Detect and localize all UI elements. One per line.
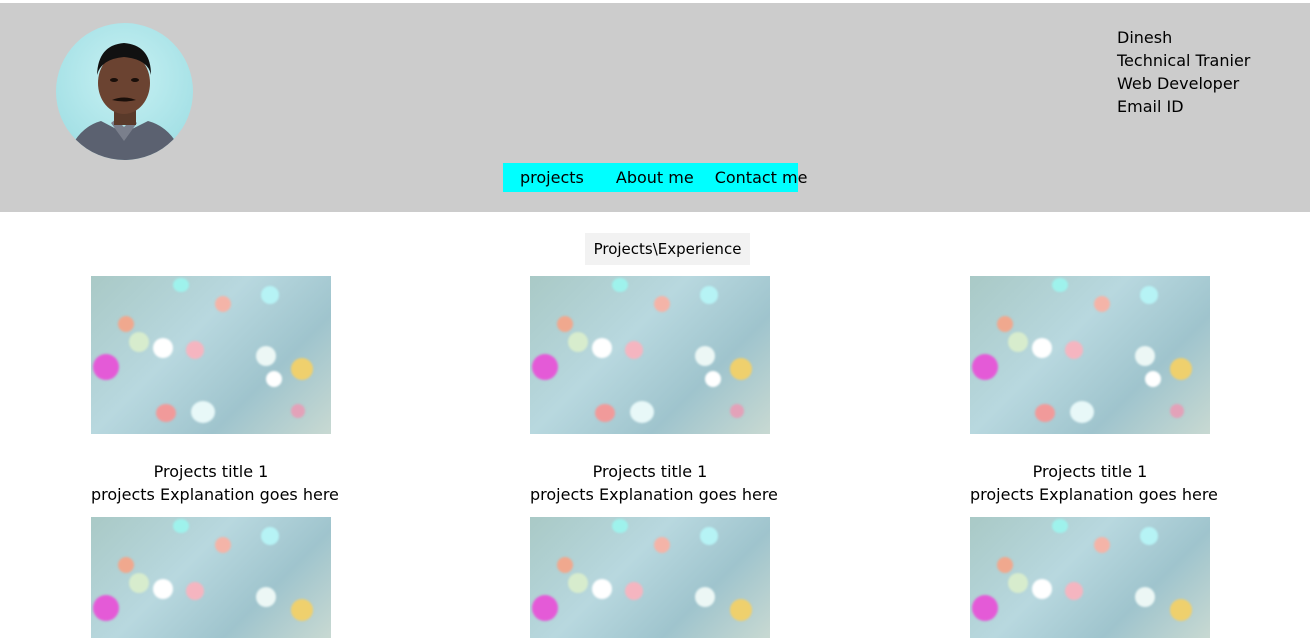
profile-email[interactable]: Email ID [1117,95,1250,118]
project-title: Projects title 1 [153,462,269,481]
profile-role-developer: Web Developer [1117,74,1240,93]
project-thumbnail[interactable] [530,276,770,434]
project-caption: Projects title 1 projects Explanation go… [530,460,778,506]
project-thumbnail[interactable] [91,517,331,638]
main-nav: projects About me Contact me [503,163,807,192]
project-card[interactable]: Projects title 1 projects Explanation go… [530,276,778,506]
nav-link-projects[interactable]: projects [520,168,584,187]
project-card[interactable] [970,517,1210,638]
project-description: projects Explanation goes here [970,485,1218,504]
project-title: Projects title 1 [1032,462,1148,481]
project-card[interactable] [530,517,770,638]
project-card[interactable] [91,517,331,638]
nav-link-about[interactable]: About me [616,168,694,187]
project-card[interactable]: Projects title 1 projects Explanation go… [91,276,339,506]
project-card[interactable]: Projects title 1 projects Explanation go… [970,276,1218,506]
project-thumbnail[interactable] [91,276,331,434]
section-title: Projects\Experience [585,233,750,265]
project-description: projects Explanation goes here [530,485,778,504]
project-description: projects Explanation goes here [91,485,339,504]
profile-role-trainer: Technical Tranier [1117,51,1251,70]
project-title: Projects title 1 [592,462,708,481]
header: Dinesh Technical Tranier Web Developer E… [0,3,1310,212]
project-thumbnail[interactable] [970,517,1210,638]
profile-info: Dinesh Technical Tranier Web Developer E… [1117,26,1250,118]
nav-link-contact[interactable]: Contact me [715,168,808,187]
project-caption: Projects title 1 projects Explanation go… [970,460,1218,506]
project-caption: Projects title 1 projects Explanation go… [91,460,339,506]
profile-name: Dinesh [1117,28,1173,47]
project-thumbnail[interactable] [970,276,1210,434]
project-thumbnail[interactable] [530,517,770,638]
profile-avatar [56,23,193,160]
